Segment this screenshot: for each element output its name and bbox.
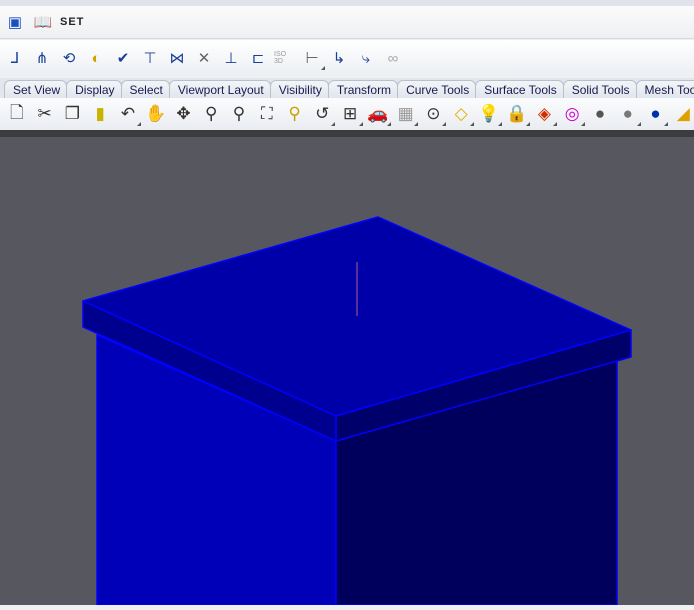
paste-icon[interactable]: ▮ <box>89 103 111 125</box>
rotate-angle-icon[interactable]: ⟲ <box>58 47 80 69</box>
viewport-layout-icon[interactable]: ⊞ <box>339 103 363 126</box>
piping-app-icon[interactable]: ▣ <box>4 11 26 33</box>
standard-toolbar: 🗋 ✂ ❐ ▮ ↶ ✋ ✥ ⚲ ⚲ ⛶ ⚲ ↺ ⊞ 🚗 ▦ ⊙ ◇ 💡 🔒 ◈ … <box>0 98 694 130</box>
dimension-icon[interactable]: ⊢ <box>301 47 325 70</box>
tab-display[interactable]: Display <box>66 80 122 98</box>
lock-icon[interactable]: 🔒 <box>506 103 530 126</box>
undo-icon[interactable]: ↶ <box>117 103 141 126</box>
tab-visibility[interactable]: Visibility <box>269 80 329 98</box>
support-icon[interactable]: ✔ <box>112 47 134 69</box>
cut-icon[interactable]: ✂ <box>34 103 56 125</box>
grid-snap-icon[interactable]: ▦ <box>395 103 419 126</box>
branch-valve-icon[interactable]: ⊥ <box>220 47 242 69</box>
viewport-border <box>0 130 694 137</box>
setup-book-icon[interactable]: 📖 <box>32 11 54 33</box>
pan-icon[interactable]: ✋ <box>145 103 167 125</box>
zoom-icon[interactable]: ⚲ <box>200 103 222 125</box>
header-title: SET <box>60 16 85 28</box>
light-icon[interactable]: 💡 <box>478 103 502 126</box>
layer-icon[interactable]: ◈ <box>534 103 558 126</box>
link-icon[interactable]: ∞ <box>382 47 404 69</box>
tab-curve-tools[interactable]: Curve Tools <box>397 80 477 98</box>
tab-transform[interactable]: Transform <box>327 80 399 98</box>
zoom-extents-icon[interactable]: ⛶ <box>256 103 278 125</box>
tab-mesh-tools[interactable]: Mesh Tools <box>635 80 694 98</box>
tab-viewport-layout[interactable]: Viewport Layout <box>168 80 271 98</box>
cap-icon[interactable]: ◐ <box>85 47 107 69</box>
piping-toolbar: ⅃ ⋔ ⟲ ◐ ✔ ⊤ ⋈ ✕ ⊥ ⊏ ISO 3D ⊢ ↳ ⤷ ∞ <box>0 40 694 76</box>
valve-icon[interactable]: ⋈ <box>166 47 188 69</box>
header-toolbar: ▣ 📖 SET <box>0 6 694 39</box>
tab-select[interactable]: Select <box>120 80 170 98</box>
car-icon[interactable]: 🚗 <box>367 103 391 126</box>
tab-set-view[interactable]: Set View <box>4 80 68 98</box>
zoom-window-icon[interactable]: ⚲ <box>228 103 250 125</box>
rendered-icon[interactable]: ● <box>645 103 669 126</box>
shaded-icon[interactable]: ● <box>589 103 611 125</box>
zoom-selected-icon[interactable]: ⚲ <box>284 103 306 125</box>
copy-icon[interactable]: ❐ <box>62 103 84 125</box>
object-icon[interactable]: ◇ <box>450 103 474 126</box>
ghosted-icon[interactable]: ● <box>617 103 641 126</box>
undo-view-icon[interactable]: ↺ <box>311 103 335 126</box>
pipe-select-icon[interactable]: ⤷ <box>355 47 377 69</box>
pipe-route-icon[interactable]: ⅃ <box>4 47 26 69</box>
connect-icon[interactable]: ⋔ <box>31 47 53 69</box>
pipe-bend-icon[interactable]: ↳ <box>328 47 350 69</box>
circle-icon[interactable]: ⊙ <box>422 103 446 126</box>
model-view <box>82 216 632 606</box>
elbow-icon[interactable]: ⊏ <box>247 47 269 69</box>
viewport[interactable] <box>0 137 694 606</box>
tab-solid-tools[interactable]: Solid Tools <box>562 80 637 98</box>
tab-surface-tools[interactable]: Surface Tools <box>475 80 564 98</box>
color-wheel-icon[interactable]: ◎ <box>561 103 585 126</box>
new-icon[interactable]: 🗋 <box>6 103 28 125</box>
hanger-icon[interactable]: ⊤ <box>139 47 161 69</box>
rotate-view-icon[interactable]: ✥ <box>173 103 195 125</box>
render-icon[interactable]: ◢ <box>672 103 694 125</box>
cross-icon[interactable]: ✕ <box>193 47 215 69</box>
toolbar-tabs: Set View Display Select Viewport Layout … <box>0 78 694 98</box>
iso-3d-icon[interactable]: ISO 3D <box>274 47 296 69</box>
